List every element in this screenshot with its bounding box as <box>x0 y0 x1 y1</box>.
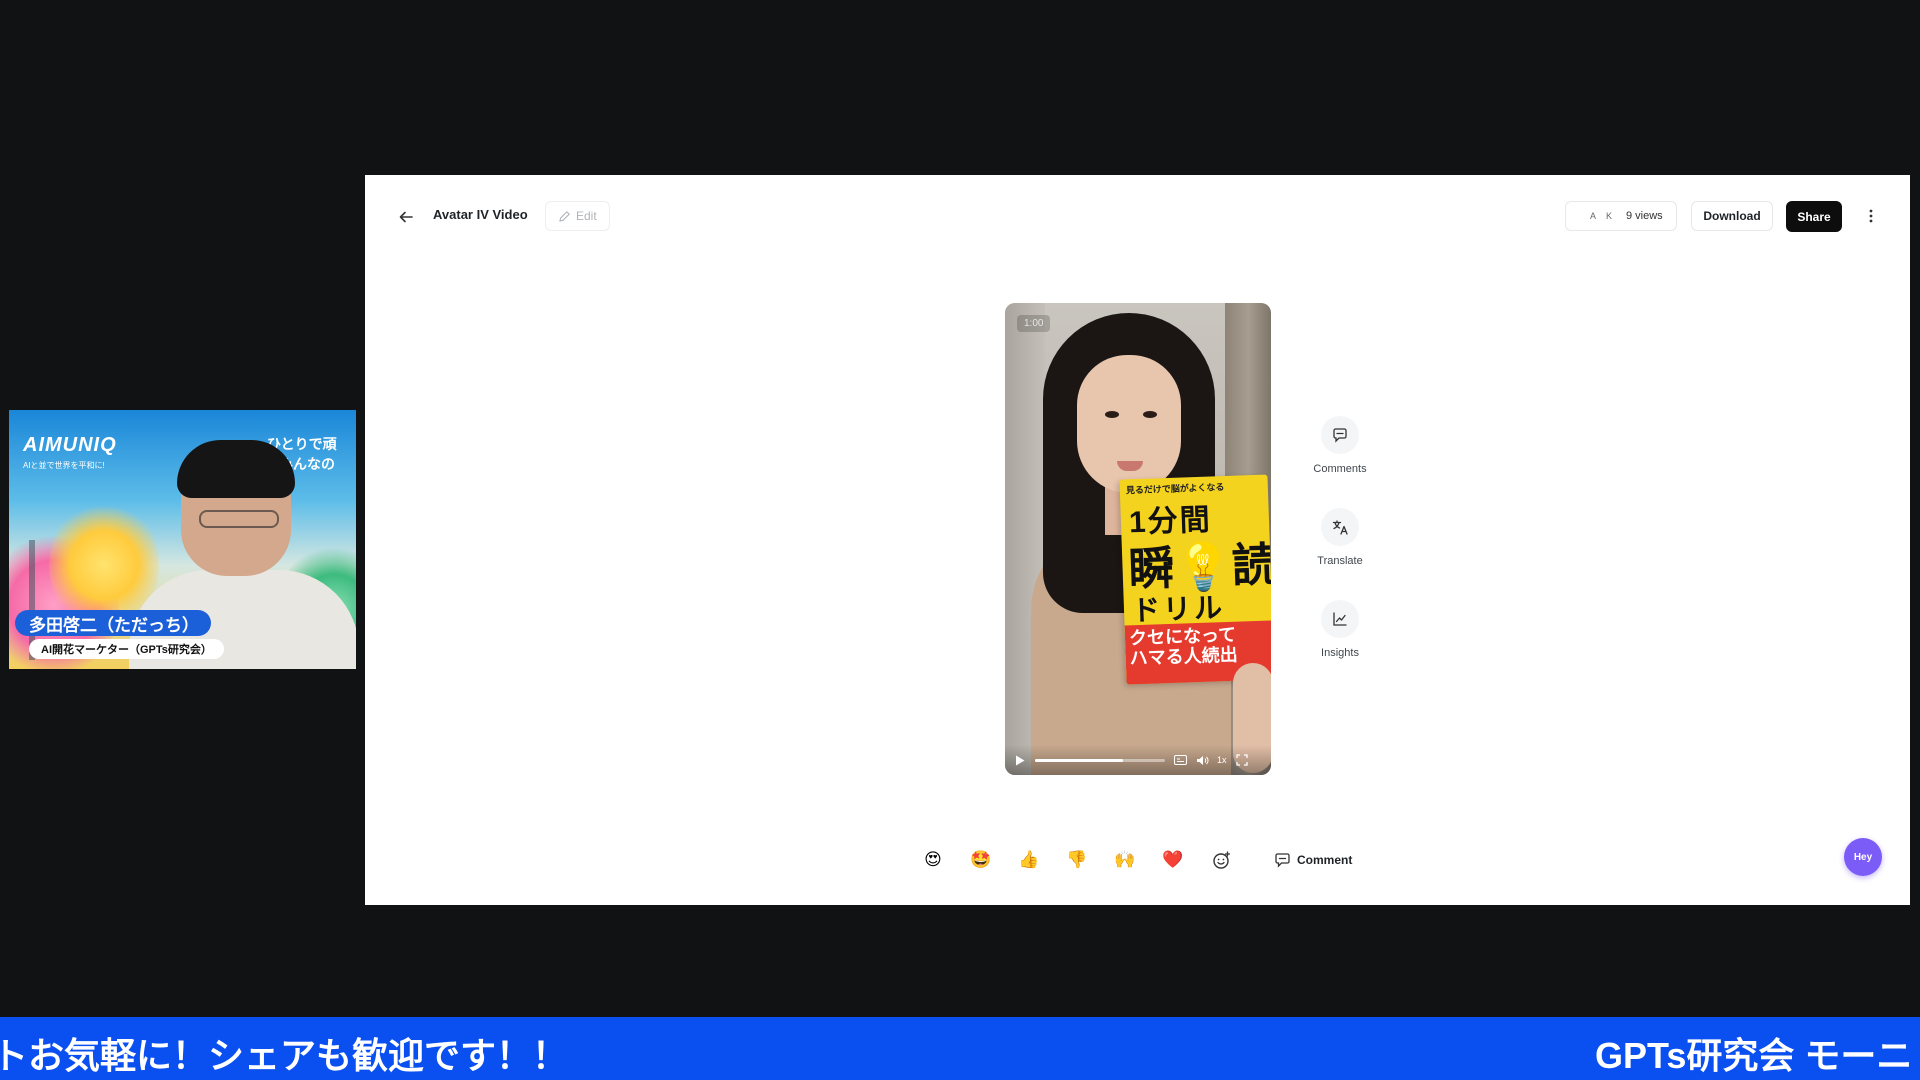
insights-action[interactable]: Insights <box>1305 600 1375 659</box>
reaction-raised-hands[interactable]: 🙌 <box>1108 843 1142 877</box>
chart-line-icon <box>1333 612 1347 626</box>
avatar-eye <box>1143 411 1157 418</box>
volume-button[interactable] <box>1195 753 1209 767</box>
reaction-bar: 😍 🤩 👍 👎 🙌 ❤️ Comment <box>916 840 1362 880</box>
reaction-red-heart[interactable]: ❤️ <box>1156 843 1190 877</box>
views-counter[interactable]: A K 9 views <box>1565 201 1677 231</box>
comment-icon <box>1275 853 1290 868</box>
presenter-hair <box>177 440 295 498</box>
edit-label: Edit <box>576 209 597 223</box>
presenter-glasses <box>199 510 279 528</box>
insights-action-label: Insights <box>1321 647 1359 659</box>
comment-button[interactable]: Comment <box>1264 843 1362 877</box>
book-cover: 見るだけで脳がよくなる 1分間 瞬💡読 ドリル クセになって ハマる人続出 <box>1119 474 1271 685</box>
ticker-text: トお気軽に！シェアも歓迎です！！ <box>0 1035 569 1076</box>
chat-widget-button[interactable]: Hey <box>1844 838 1882 876</box>
comments-action[interactable]: Comments <box>1305 416 1375 475</box>
back-button[interactable] <box>391 202 421 232</box>
reaction-star-struck[interactable]: 🤩 <box>964 843 998 877</box>
fullscreen-button[interactable] <box>1235 753 1249 767</box>
add-emoji-icon <box>1212 850 1230 869</box>
fullscreen-icon <box>1235 754 1248 766</box>
brand-tagline: AIと並で世界を平和に! <box>23 461 105 470</box>
video-header: Avatar IV Video Edit A K 9 views Downloa… <box>365 175 1910 255</box>
avatar-face <box>1077 355 1181 493</box>
pencil-icon <box>559 210 570 222</box>
app-window: Avatar IV Video Edit A K 9 views Downloa… <box>365 175 1910 905</box>
reaction-heart-eyes[interactable]: 😍 <box>916 843 950 877</box>
captions-icon <box>1173 755 1187 765</box>
video-controls: 1x <box>1005 745 1271 775</box>
viewer-avatar: K <box>1605 211 1612 221</box>
video-timestamp: 1:00 <box>1017 315 1051 332</box>
presenter-webcam: AIMUNIQ AIと並で世界を平和に! ひとりで頑 みんなの 多田啓二（ただっ… <box>9 410 356 669</box>
add-reaction-button[interactable] <box>1204 843 1238 877</box>
reaction-thumbs-down[interactable]: 👎 <box>1060 843 1094 877</box>
play-button[interactable] <box>1013 753 1027 767</box>
more-vertical-icon <box>1869 209 1873 223</box>
video-title: Avatar IV Video <box>433 207 528 222</box>
presenter-name-badge: 多田啓二（ただっち） <box>15 610 211 636</box>
brand-logo: AIMUNIQ <box>23 434 117 456</box>
insights-action-circle <box>1321 600 1359 638</box>
comments-action-label: Comments <box>1313 463 1367 475</box>
share-button[interactable]: Share <box>1786 201 1842 232</box>
arrow-left-icon <box>399 211 413 223</box>
video-progress-bar[interactable] <box>1035 758 1165 762</box>
play-icon <box>1016 755 1025 765</box>
download-button[interactable]: Download <box>1691 201 1773 231</box>
captions-button[interactable] <box>1173 753 1187 767</box>
translate-icon <box>1332 519 1348 535</box>
news-ticker: トお気軽に！シェアも歓迎です！！ GPTs研究会 モーニ <box>0 1017 1920 1080</box>
presenter-role-badge: AI開花マーケター（GPTs研究会） <box>29 639 224 659</box>
translate-action[interactable]: Translate <box>1305 508 1375 567</box>
more-options-button[interactable] <box>1860 201 1882 231</box>
playback-speed[interactable]: 1x <box>1217 755 1227 765</box>
book-subtitle-b: ハマる人続出 <box>1129 644 1238 669</box>
book-subtitle: クセになって ハマる人続出 <box>1129 625 1238 669</box>
translate-action-circle <box>1321 508 1359 546</box>
views-count: 9 views <box>1626 210 1663 222</box>
comment-icon <box>1333 428 1347 443</box>
edit-button[interactable]: Edit <box>545 201 610 231</box>
translate-action-label: Translate <box>1317 555 1363 567</box>
comments-action-circle <box>1321 416 1359 454</box>
ticker-text: GPTs研究会 モーニ <box>1595 1035 1913 1076</box>
video-player[interactable]: 見るだけで脳がよくなる 1分間 瞬💡読 ドリル クセになって ハマる人続出 1:… <box>1005 303 1271 775</box>
video-progress-fill <box>1035 758 1124 762</box>
viewer-avatar: A <box>1589 211 1596 221</box>
comment-button-label: Comment <box>1297 853 1353 867</box>
reaction-thumbs-up[interactable]: 👍 <box>1012 843 1046 877</box>
volume-icon <box>1196 755 1208 765</box>
avatar-eye <box>1105 411 1119 418</box>
